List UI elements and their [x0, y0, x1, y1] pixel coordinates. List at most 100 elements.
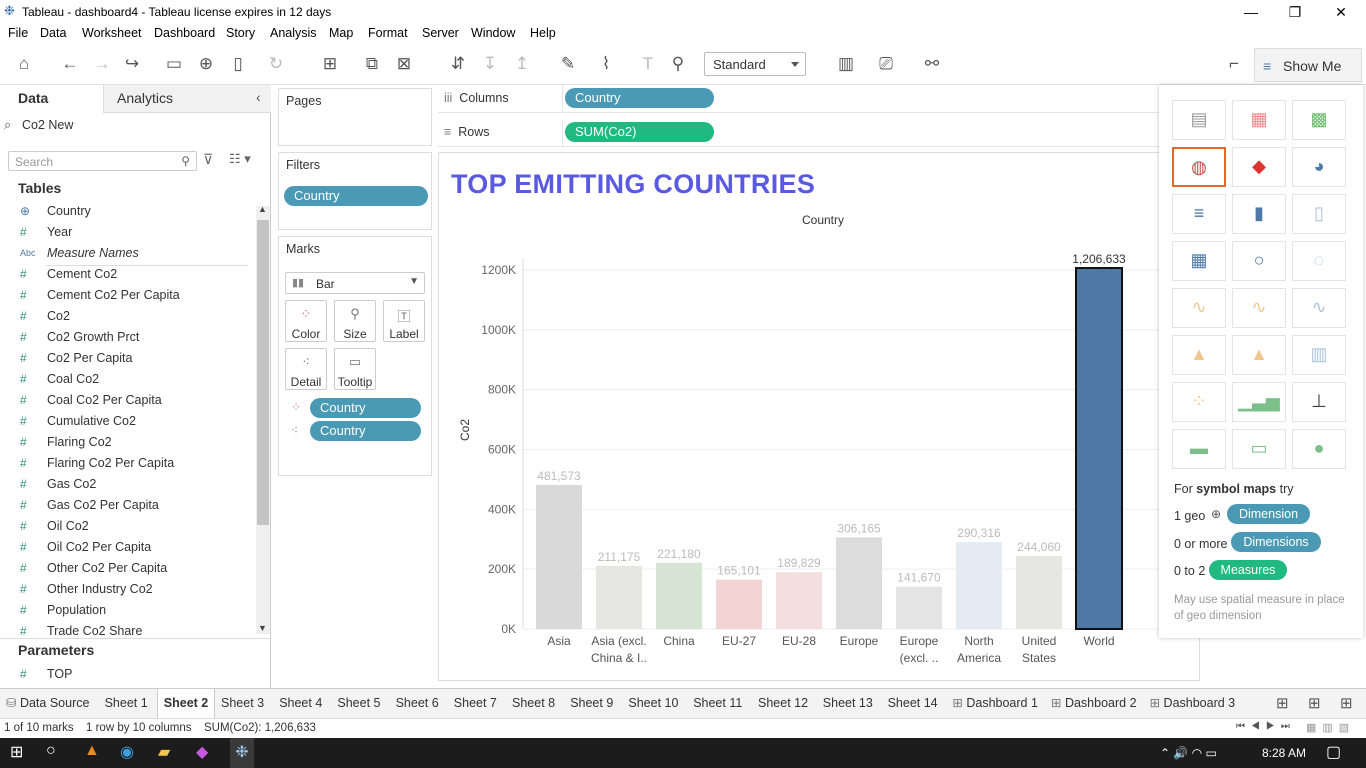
chart-type-dual-combination[interactable]: ▥ [1292, 335, 1346, 375]
view-options-icon[interactable]: ☷ ▾ [229, 151, 251, 167]
menu-map[interactable]: Map [329, 26, 353, 40]
filter-pill-country[interactable]: Country [284, 186, 428, 206]
field-item[interactable]: # Co2 [20, 306, 250, 327]
chart-type-filled-map[interactable]: ◆ [1232, 147, 1286, 187]
field-item[interactable]: # Gas Co2 Per Capita [20, 495, 250, 516]
tab-sheet-13[interactable]: Sheet 13 [817, 689, 879, 718]
bar[interactable] [1075, 267, 1123, 631]
field-item[interactable]: # Cumulative Co2 [20, 411, 250, 432]
chart-type-bullet-graph[interactable]: ▭ [1232, 429, 1286, 469]
color-button[interactable]: ⁘ Color [285, 300, 327, 342]
new-worksheet-icon[interactable]: ⊞ [318, 53, 342, 75]
scrollbar-thumb[interactable] [257, 220, 269, 525]
clear-sheet-icon[interactable]: ⊠ [392, 53, 416, 75]
field-item[interactable]: # Cement Co2 Per Capita [20, 285, 250, 306]
text-label-icon[interactable]: T [636, 53, 660, 75]
menu-worksheet[interactable]: Worksheet [82, 26, 142, 40]
parameter-item[interactable]: # TOP [20, 664, 250, 685]
chart-type-symbol-map[interactable]: ◍ [1172, 147, 1226, 187]
mark-type-select[interactable]: ▮▮ Bar ▼ [285, 272, 425, 294]
menu-window[interactable]: Window [471, 26, 515, 40]
filter-icon[interactable]: ⊽ [203, 151, 213, 168]
detail-pill-country[interactable]: Country [310, 421, 421, 441]
color-pill-country[interactable]: Country [310, 398, 421, 418]
field-item[interactable]: # Population [20, 600, 250, 621]
pin-icon[interactable]: ⚲ [666, 53, 690, 75]
chart-type-side-by-side-bar[interactable]: ▯ [1292, 194, 1346, 234]
minimize-icon[interactable]: — [1228, 2, 1274, 22]
sort-desc-icon[interactable]: ↥ [510, 53, 534, 75]
tab-sheet-14[interactable]: Sheet 14 [882, 689, 944, 718]
field-item[interactable]: # Other Industry Co2 [20, 579, 250, 600]
clock[interactable]: 8:28 AM [1262, 746, 1306, 760]
columns-pill-country[interactable]: Country [565, 88, 714, 108]
bar[interactable] [836, 537, 882, 629]
rows-pill-sum-co2[interactable]: SUM(Co2) [565, 122, 714, 142]
bar[interactable] [776, 572, 822, 629]
columns-shelf[interactable]: iii Columns Country [438, 85, 1198, 113]
windows-start-icon[interactable]: ⊞ [10, 742, 23, 762]
new-datasource-icon[interactable]: ⊕ [194, 53, 218, 75]
bar[interactable] [536, 484, 582, 629]
menu-data[interactable]: Data [40, 26, 66, 40]
field-item[interactable]: # Gas Co2 [20, 474, 250, 495]
tab-data-source[interactable]: ⛁ Data Source [0, 689, 95, 718]
scroll-down-icon[interactable]: ▼ [258, 623, 267, 633]
new-worksheet-tab-icon[interactable]: ⊞ [1276, 694, 1289, 712]
refresh-icon[interactable]: ↻ [264, 53, 288, 75]
field-item[interactable]: # Flaring Co2 [20, 432, 250, 453]
menu-server[interactable]: Server [422, 26, 459, 40]
tab-analytics[interactable]: Analytics ‹ [103, 85, 271, 113]
show-cards-icon[interactable]: ▥ [834, 53, 858, 75]
field-item[interactable]: # Oil Co2 [20, 516, 250, 537]
bar[interactable] [896, 586, 942, 629]
close-icon[interactable]: ✕ [1318, 2, 1364, 22]
edge-icon[interactable]: ◉ [120, 742, 134, 762]
field-item[interactable]: Abc Measure Names [20, 243, 250, 264]
tab-sheet-11[interactable]: Sheet 11 [687, 689, 748, 718]
size-button[interactable]: ⚲ Size [334, 300, 376, 342]
format-brush-icon[interactable]: ⌐ [1222, 53, 1246, 75]
tab-nav-icons[interactable]: ⏮◀▶⏭ [1236, 721, 1296, 732]
chart-type-stacked-bar[interactable]: ▮ [1232, 194, 1286, 234]
rows-shelf[interactable]: ≡ Rows SUM(Co2) [438, 119, 1198, 147]
duplicate-icon[interactable]: ⧉ [360, 53, 384, 75]
chart-type-area-discrete[interactable]: ▲ [1232, 335, 1286, 375]
tab-sheet-10[interactable]: Sheet 10 [622, 689, 684, 718]
chart-type-highlight-table[interactable]: ▦ [1232, 100, 1286, 140]
show-me-button[interactable]: ≡ Show Me [1254, 48, 1362, 82]
menu-dashboard[interactable]: Dashboard [154, 26, 215, 40]
tableau-taskbar-icon[interactable]: ❉ [230, 738, 254, 768]
bar[interactable] [716, 579, 762, 629]
tray-icons[interactable]: ⌃ 🔊 ◠ ▭ [1160, 746, 1217, 760]
field-item[interactable]: # Cement Co2 [20, 264, 250, 285]
presentation-icon[interactable]: ⎚ [874, 53, 898, 75]
search-input[interactable]: Search ⚲ [8, 151, 197, 171]
field-item[interactable]: # Year [20, 222, 250, 243]
menu-help[interactable]: Help [530, 26, 556, 40]
pause-update-icon[interactable]: ▯ [226, 53, 250, 75]
filters-card[interactable]: Filters Country [278, 152, 432, 230]
chart-type-box-whisker[interactable]: ⊥ [1292, 382, 1346, 422]
detail-button[interactable]: ⁖ Detail [285, 348, 327, 390]
scroll-up-icon[interactable]: ▲ [258, 204, 267, 214]
tab-dashboard-1[interactable]: ⊞ Dashboard 1 [946, 689, 1044, 718]
undo-icon[interactable]: ← [58, 53, 82, 75]
bar[interactable] [1016, 555, 1062, 629]
tab-sheet-3[interactable]: Sheet 3 [215, 689, 270, 718]
menu-story[interactable]: Story [226, 26, 255, 40]
chart-type-dual-line[interactable]: ∿ [1292, 288, 1346, 328]
chart-type-circle-views[interactable]: ○ [1232, 241, 1286, 281]
tab-sheet-9[interactable]: Sheet 9 [564, 689, 619, 718]
chart-type-text-table[interactable]: ▤ [1172, 100, 1226, 140]
field-item[interactable]: # Co2 Growth Prct [20, 327, 250, 348]
chart-type-scatter-plot[interactable]: ⁘ [1172, 382, 1226, 422]
pages-card[interactable]: Pages [278, 88, 432, 146]
tooltip-button[interactable]: ▭ Tooltip [334, 348, 376, 390]
tab-sheet-8[interactable]: Sheet 8 [506, 689, 561, 718]
file-explorer-icon[interactable]: ▰ [158, 742, 170, 762]
tab-sheet-1[interactable]: Sheet 1 [99, 689, 154, 718]
view-mode-icons[interactable]: ▦▥▧ [1306, 721, 1355, 734]
restore-icon[interactable]: ❐ [1272, 2, 1318, 22]
save-icon[interactable]: ▭ [162, 53, 186, 75]
